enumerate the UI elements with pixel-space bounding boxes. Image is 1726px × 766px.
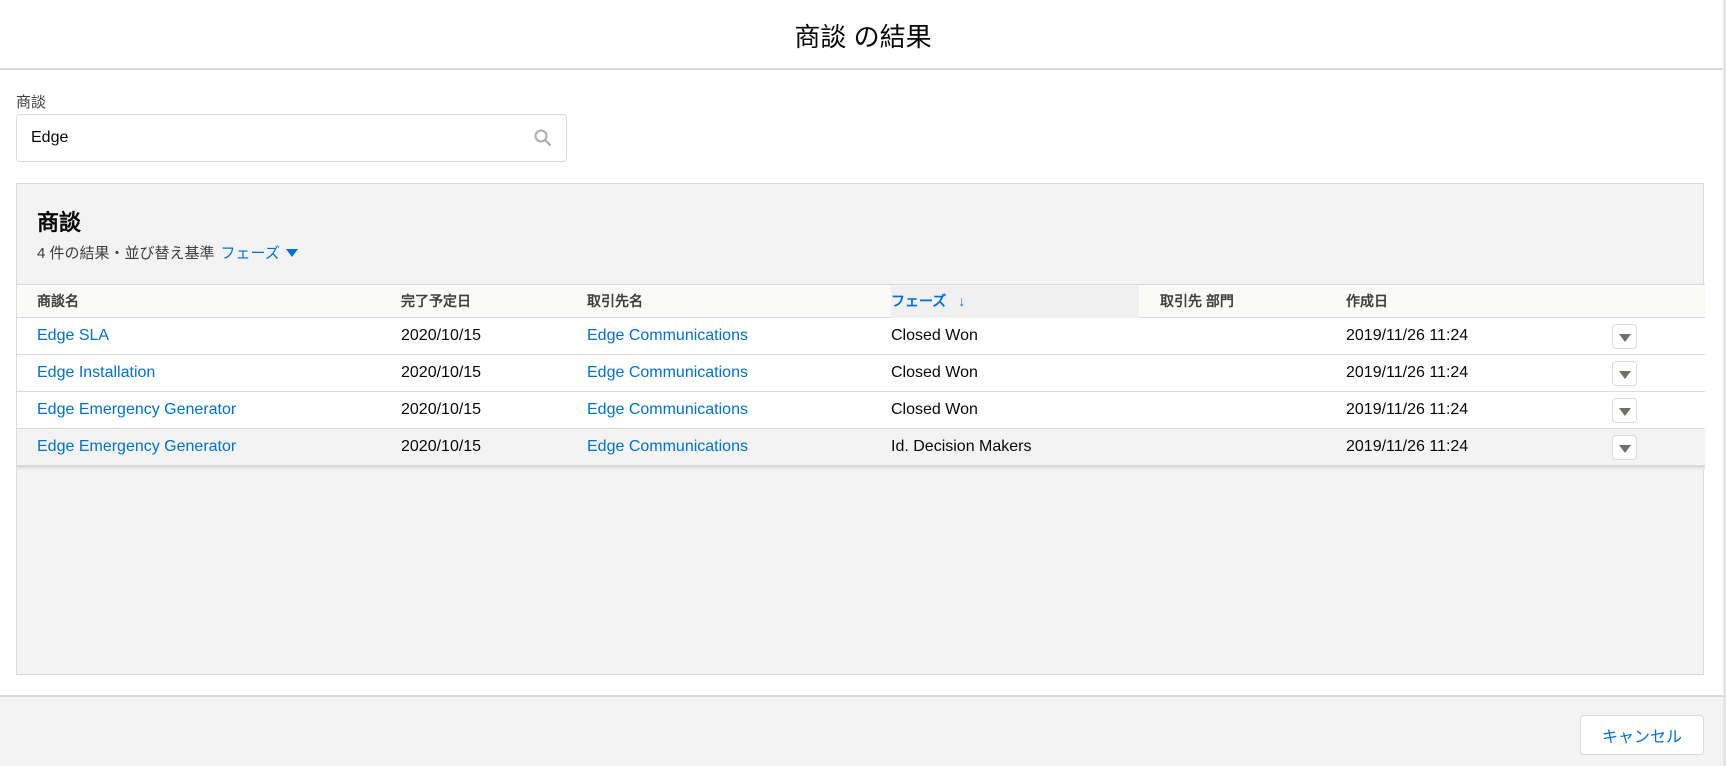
chevron-down-icon: [285, 248, 298, 257]
chevron-down-icon: [1618, 444, 1631, 453]
row-actions-button[interactable]: [1612, 324, 1637, 349]
column-header-account[interactable]: 取引先名: [587, 285, 643, 319]
table-header: 商談名 完了予定日 取引先名 フェーズ ↓ 取引先 部門 作成日: [17, 284, 1705, 319]
opportunity-name-link[interactable]: Edge Emergency Generator: [37, 429, 236, 465]
modal-footer: キャンセル: [0, 695, 1723, 766]
close-date: 2020/10/15: [401, 438, 482, 455]
arrow-down-icon: ↓: [958, 293, 966, 309]
account-name-link[interactable]: Edge Communications: [587, 355, 748, 391]
row-actions-button[interactable]: [1612, 435, 1637, 460]
row-actions-button[interactable]: [1612, 361, 1637, 386]
row-actions-button[interactable]: [1612, 398, 1637, 423]
results-table: 商談名 完了予定日 取引先名 フェーズ ↓ 取引先 部門 作成日 Edge SLA…: [17, 284, 1705, 470]
results-title: 商談: [37, 210, 82, 235]
column-header-stage[interactable]: フェーズ ↓: [891, 285, 1139, 319]
table-bottom-shadow: [17, 466, 1705, 470]
opportunity-name-link[interactable]: Edge SLA: [37, 318, 109, 354]
chevron-down-icon: [1618, 333, 1631, 342]
search-field-label: 商談: [16, 94, 47, 111]
created-date: 2019/11/26 11:24: [1346, 327, 1469, 344]
column-header-created[interactable]: 作成日: [1346, 285, 1388, 319]
opportunity-name-link[interactable]: Edge Installation: [37, 355, 155, 391]
results-count: 4 件の結果・並び替え基準: [37, 245, 215, 262]
sort-field-label: フェーズ: [220, 245, 280, 262]
stage: Closed Won: [891, 327, 978, 344]
table-row: Edge Emergency Generator 2020/10/15 Edge…: [17, 392, 1705, 429]
table-row: Edge SLA 2020/10/15 Edge Communications …: [17, 318, 1705, 355]
sort-by-dropdown[interactable]: フェーズ: [221, 242, 298, 263]
search-icon[interactable]: [533, 128, 553, 148]
close-date: 2020/10/15: [401, 364, 482, 381]
column-header-stage-label: フェーズ: [891, 293, 947, 309]
column-header-close-date[interactable]: 完了予定日: [401, 285, 471, 319]
results-panel: 商談 4 件の結果・並び替え基準 フェーズ 商談名 完了予定日 取引先名 フェー…: [16, 183, 1705, 675]
modal-title: 商談 の結果: [794, 21, 932, 52]
close-date: 2020/10/15: [401, 401, 482, 418]
chevron-down-icon: [1618, 407, 1631, 416]
column-header-name[interactable]: 商談名: [37, 285, 79, 319]
stage: Closed Won: [891, 401, 978, 418]
account-name-link[interactable]: Edge Communications: [587, 392, 748, 428]
table-row: Edge Installation 2020/10/15 Edge Commun…: [17, 355, 1705, 392]
results-summary: 4 件の結果・並び替え基準 フェーズ: [37, 242, 298, 263]
account-name-link[interactable]: Edge Communications: [587, 429, 748, 465]
column-header-department[interactable]: 取引先 部門: [1160, 285, 1234, 319]
modal-header: 商談 の結果: [0, 0, 1726, 70]
opportunity-name-link[interactable]: Edge Emergency Generator: [37, 392, 236, 428]
created-date: 2019/11/26 11:24: [1346, 364, 1469, 381]
stage: Closed Won: [891, 364, 978, 381]
search-box[interactable]: [16, 114, 567, 162]
created-date: 2019/11/26 11:24: [1346, 438, 1469, 455]
chevron-down-icon: [1618, 370, 1631, 379]
stage: Id. Decision Makers: [891, 438, 1032, 455]
account-name-link[interactable]: Edge Communications: [587, 318, 748, 354]
cancel-button[interactable]: キャンセル: [1580, 715, 1704, 755]
table-row: Edge Emergency Generator 2020/10/15 Edge…: [17, 429, 1705, 466]
close-date: 2020/10/15: [401, 327, 482, 344]
created-date: 2019/11/26 11:24: [1346, 401, 1469, 418]
search-input[interactable]: [31, 115, 511, 161]
